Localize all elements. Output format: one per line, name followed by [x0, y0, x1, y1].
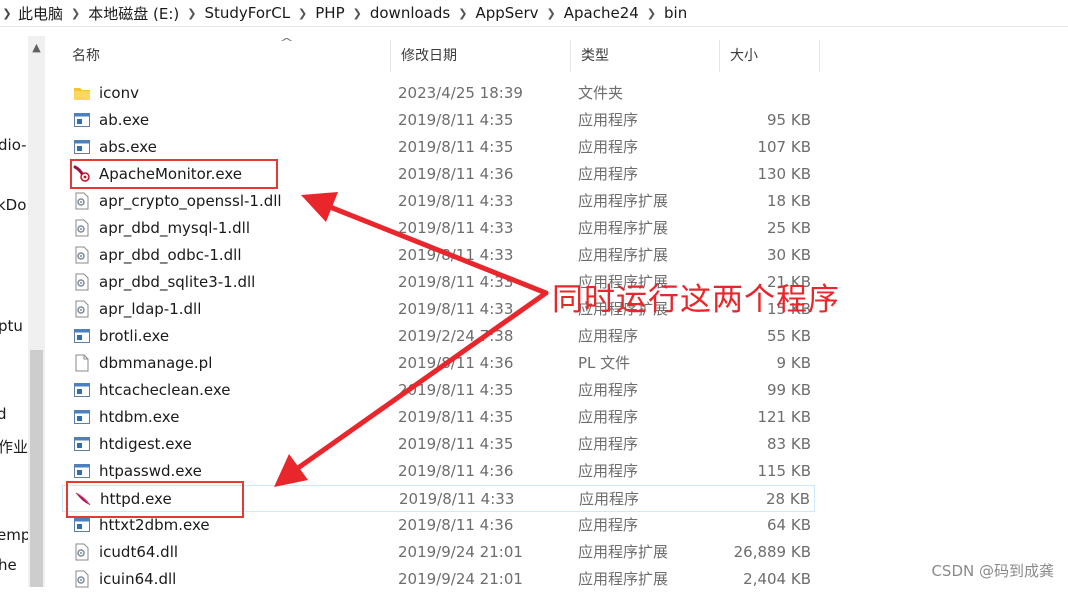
- arrow-to-httpd: [274, 290, 549, 487]
- arrow-to-apachemonitor: [301, 192, 549, 296]
- annotation-arrows: [274, 192, 549, 487]
- watermark: CSDN @码到成龚: [931, 562, 1054, 580]
- annotation-text: 同时运行这两个程序: [552, 282, 840, 318]
